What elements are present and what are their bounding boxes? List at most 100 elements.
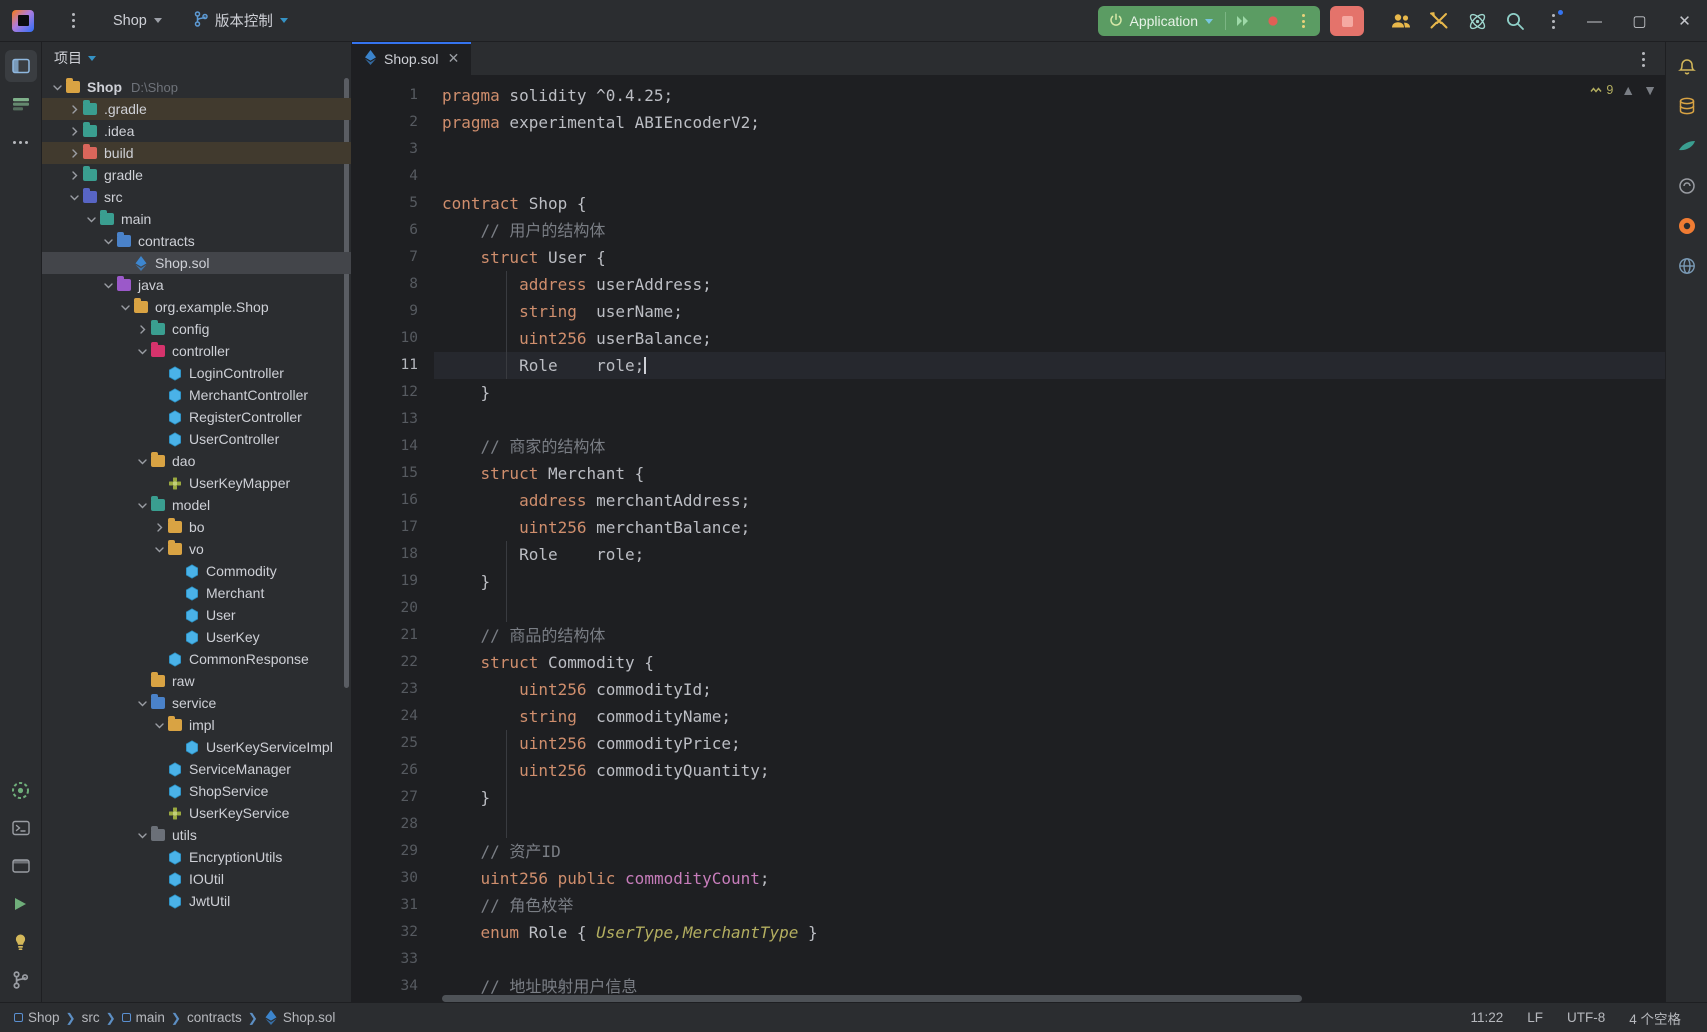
minimize-button[interactable]: —	[1572, 0, 1617, 42]
code-line[interactable]: uint256 commodityId;	[434, 676, 1665, 703]
maven-icon[interactable]	[1671, 170, 1703, 202]
services-icon[interactable]	[5, 850, 37, 882]
code-line[interactable]	[434, 406, 1665, 433]
tree-expander[interactable]	[152, 428, 166, 450]
tree-expander[interactable]	[135, 318, 149, 340]
tree-node-bo[interactable]: bo	[42, 516, 351, 538]
tree-expander[interactable]	[135, 340, 149, 362]
tree-node-utils[interactable]: utils	[42, 824, 351, 846]
code-line[interactable]: pragma experimental ABIEncoderV2;	[434, 109, 1665, 136]
tree-expander[interactable]	[67, 186, 81, 208]
inspection-widget[interactable]: 9 ▲ ▼	[1590, 82, 1657, 98]
run-button[interactable]	[1228, 8, 1258, 34]
tree-expander[interactable]	[152, 472, 166, 494]
tree-node-user[interactable]: User	[42, 604, 351, 626]
code-line[interactable]: uint256 commodityPrice;	[434, 730, 1665, 757]
settings-gear-icon[interactable]	[5, 774, 37, 806]
code-line[interactable]: pragma solidity ^0.4.25;	[434, 82, 1665, 109]
tree-node-encryptionutils[interactable]: EncryptionUtils	[42, 846, 351, 868]
tree-expander[interactable]	[152, 538, 166, 560]
next-problem-icon[interactable]: ▼	[1643, 82, 1657, 98]
code-line[interactable]: uint256 merchantBalance;	[434, 514, 1665, 541]
run-more-icon[interactable]	[1288, 8, 1318, 34]
project-tree[interactable]: Shop D:\Shop .gradle .idea build gradle src mai…	[42, 74, 351, 1002]
tree-node-jwtutil[interactable]: JwtUtil	[42, 890, 351, 912]
breadcrumb-item-shop-sol[interactable]: Shop.sol	[264, 1010, 335, 1025]
close-icon[interactable]: ✕	[445, 50, 461, 67]
tree-node-shop-sol[interactable]: Shop.sol	[42, 252, 351, 274]
tree-expander[interactable]	[135, 494, 149, 516]
tree-expander[interactable]	[152, 802, 166, 824]
tree-expander[interactable]	[169, 626, 183, 648]
tree-node-raw[interactable]: raw	[42, 670, 351, 692]
tree-node-model[interactable]: model	[42, 494, 351, 516]
code-line[interactable]: struct Merchant {	[434, 460, 1665, 487]
breadcrumb-item-main[interactable]: main	[121, 1010, 165, 1025]
code-line[interactable]	[434, 595, 1665, 622]
code-line[interactable]: struct Commodity {	[434, 649, 1665, 676]
code-line[interactable]: uint256 userBalance;	[434, 325, 1665, 352]
code-editor[interactable]: 1 2 3 4 5 6 7 8 9 10 11 12 13 14 15 16 17 18 19 20 21 22 23 24 2…	[352, 76, 1665, 1002]
code-line[interactable]: Role role;	[434, 352, 1665, 379]
web-icon[interactable]	[1671, 250, 1703, 282]
tree-expander[interactable]	[152, 406, 166, 428]
tree-node--idea[interactable]: .idea	[42, 120, 351, 142]
run-tool-icon[interactable]	[5, 888, 37, 920]
tree-expander[interactable]	[152, 362, 166, 384]
project-panel-header[interactable]: 项目	[42, 42, 351, 74]
tree-node-shop[interactable]: Shop D:\Shop	[42, 76, 351, 98]
tree-node-dao[interactable]: dao	[42, 450, 351, 472]
tree-expander[interactable]	[118, 252, 132, 274]
tree-node-service[interactable]: service	[42, 692, 351, 714]
tree-node-userkeyservice[interactable]: UserKeyService	[42, 802, 351, 824]
tree-node-userkeyserviceimpl[interactable]: UserKeyServiceImpl	[42, 736, 351, 758]
code-line[interactable]: Role role;	[434, 541, 1665, 568]
code-line[interactable]: // 资产ID	[434, 838, 1665, 865]
tree-expander[interactable]	[101, 230, 115, 252]
tree-node-usercontroller[interactable]: UserController	[42, 428, 351, 450]
git-icon[interactable]	[5, 964, 37, 996]
code-line[interactable]: string userName;	[434, 298, 1665, 325]
tree-node-commonresponse[interactable]: CommonResponse	[42, 648, 351, 670]
commit-tool-icon[interactable]	[5, 88, 37, 120]
tree-expander[interactable]	[135, 450, 149, 472]
ai-assistant-icon[interactable]	[1671, 210, 1703, 242]
code-line[interactable]: string commodityName;	[434, 703, 1665, 730]
gradle-icon[interactable]	[1671, 130, 1703, 162]
maximize-button[interactable]: ▢	[1617, 0, 1662, 42]
tree-expander[interactable]	[67, 120, 81, 142]
tree-node-main[interactable]: main	[42, 208, 351, 230]
tree-expander[interactable]	[67, 164, 81, 186]
atom-icon[interactable]	[1458, 0, 1496, 42]
project-tool-icon[interactable]	[4, 50, 37, 82]
tree-expander[interactable]	[118, 296, 132, 318]
tree-expander[interactable]	[152, 758, 166, 780]
more-tools-icon[interactable]	[5, 126, 37, 158]
code-line[interactable]: struct User {	[434, 244, 1665, 271]
problems-icon[interactable]	[5, 926, 37, 958]
vcs-widget[interactable]: 版本控制	[185, 7, 297, 35]
tree-expander[interactable]	[169, 604, 183, 626]
tree-node-merchantcontroller[interactable]: MerchantController	[42, 384, 351, 406]
tree-node-org-example-shop[interactable]: org.example.Shop	[42, 296, 351, 318]
tree-node-ioutil[interactable]: IOUtil	[42, 868, 351, 890]
debug-button[interactable]	[1258, 8, 1288, 34]
tree-expander[interactable]	[152, 714, 166, 736]
tree-node-config[interactable]: config	[42, 318, 351, 340]
breadcrumb-item-src[interactable]: src	[82, 1010, 100, 1025]
tree-node-java[interactable]: java	[42, 274, 351, 296]
tree-expander[interactable]	[135, 692, 149, 714]
file-encoding[interactable]: UTF-8	[1555, 1003, 1617, 1032]
tree-expander[interactable]	[50, 76, 64, 98]
database-icon[interactable]	[1671, 90, 1703, 122]
tree-node-userkey[interactable]: UserKey	[42, 626, 351, 648]
editor-tabs-more-icon[interactable]	[1631, 42, 1655, 76]
code-line[interactable]: address userAddress;	[434, 271, 1665, 298]
tree-node--gradle[interactable]: .gradle	[42, 98, 351, 120]
code-line[interactable]: // 商家的结构体	[434, 433, 1665, 460]
code-line[interactable]	[434, 136, 1665, 163]
tree-expander[interactable]	[169, 560, 183, 582]
tree-node-gradle[interactable]: gradle	[42, 164, 351, 186]
tree-node-controller[interactable]: controller	[42, 340, 351, 362]
code-line[interactable]: }	[434, 784, 1665, 811]
